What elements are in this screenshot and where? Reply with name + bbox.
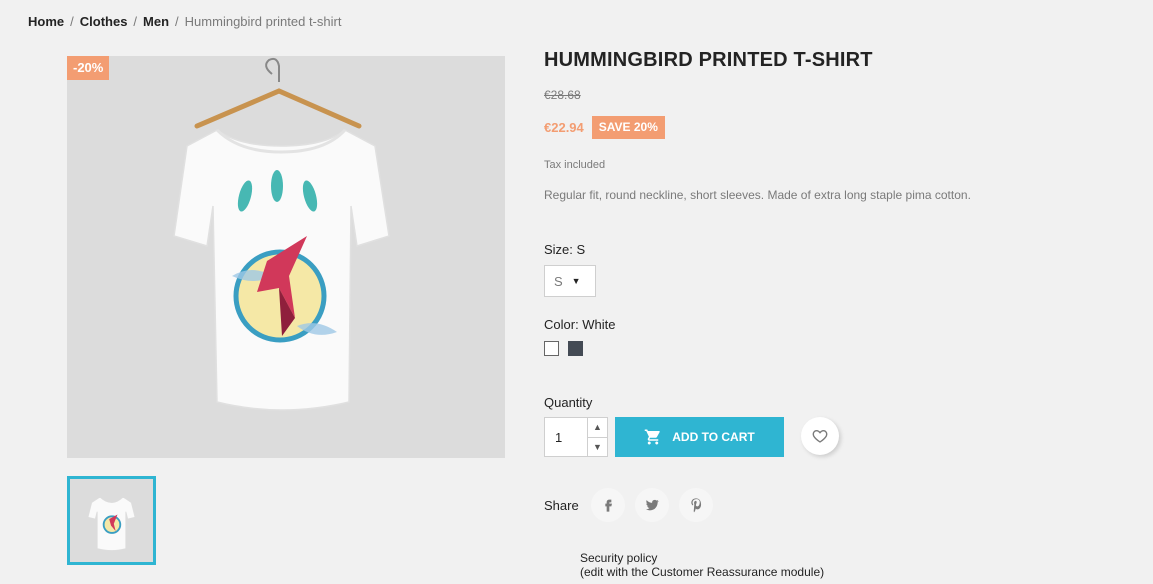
pinterest-share-button[interactable] — [678, 488, 713, 522]
breadcrumb-men[interactable]: Men — [143, 14, 169, 29]
breadcrumb-clothes[interactable]: Clothes — [80, 14, 128, 29]
twitter-share-button[interactable] — [634, 488, 669, 522]
caret-down-icon: ▼ — [571, 276, 581, 286]
color-swatch-black[interactable] — [568, 341, 583, 356]
save-badge: SAVE 20% — [591, 116, 665, 139]
wishlist-button[interactable] — [801, 417, 839, 455]
cart-icon — [645, 429, 661, 445]
arrow-down-icon[interactable]: ▼ — [588, 437, 607, 456]
price-row: €22.94 SAVE 20% — [544, 116, 665, 139]
breadcrumb-current: Hummingbird printed t-shirt — [184, 14, 342, 29]
product-main-image[interactable] — [67, 56, 505, 458]
breadcrumb-separator: / — [133, 14, 138, 29]
color-swatch-white[interactable] — [544, 341, 559, 356]
size-label: Size: S — [544, 242, 586, 257]
arrow-up-icon[interactable]: ▲ — [588, 418, 607, 438]
reassurance-note: (edit with the Customer Reassurance modu… — [580, 565, 825, 579]
quantity-stepper: ▲ ▼ — [544, 417, 608, 457]
tshirt-image — [173, 57, 390, 411]
reassurance-title: Security policy — [580, 551, 658, 565]
breadcrumb-separator: / — [70, 14, 74, 29]
add-to-cart-button[interactable]: ADD TO CART — [615, 417, 784, 457]
share-label: Share — [544, 497, 579, 513]
product-title: HUMMINGBIRD PRINTED T-SHIRT — [544, 49, 873, 71]
product-description: Regular fit, round neckline, short sleev… — [544, 188, 971, 202]
add-to-cart-label: ADD TO CART — [672, 430, 755, 444]
heart-icon — [812, 429, 828, 443]
size-select[interactable]: S ▼ — [544, 265, 596, 297]
twitter-icon — [645, 499, 659, 511]
facebook-icon — [605, 499, 612, 512]
breadcrumb-separator: / — [175, 14, 179, 29]
quantity-label: Quantity — [544, 395, 593, 410]
old-price: €28.68 — [544, 88, 581, 102]
quantity-input[interactable] — [545, 418, 587, 456]
breadcrumb-home[interactable]: Home — [28, 14, 64, 29]
share-row: Share — [544, 488, 713, 522]
current-price: €22.94 — [544, 120, 584, 135]
reassurance-block: Security policy (edit with the Customer … — [580, 551, 824, 579]
pinterest-icon — [691, 498, 701, 513]
size-select-value: S — [554, 273, 563, 289]
discount-flag: -20% — [67, 56, 110, 80]
color-label: Color: White — [544, 317, 616, 332]
breadcrumb: Home / Clothes / Men / Hummingbird print… — [28, 14, 341, 29]
quantity-arrows: ▲ ▼ — [587, 418, 607, 456]
facebook-share-button[interactable] — [590, 488, 625, 522]
product-thumbnail[interactable] — [67, 476, 156, 565]
tshirt-thumbnail-image — [87, 496, 136, 551]
color-swatches — [544, 341, 583, 356]
tax-note: Tax included — [544, 159, 606, 171]
